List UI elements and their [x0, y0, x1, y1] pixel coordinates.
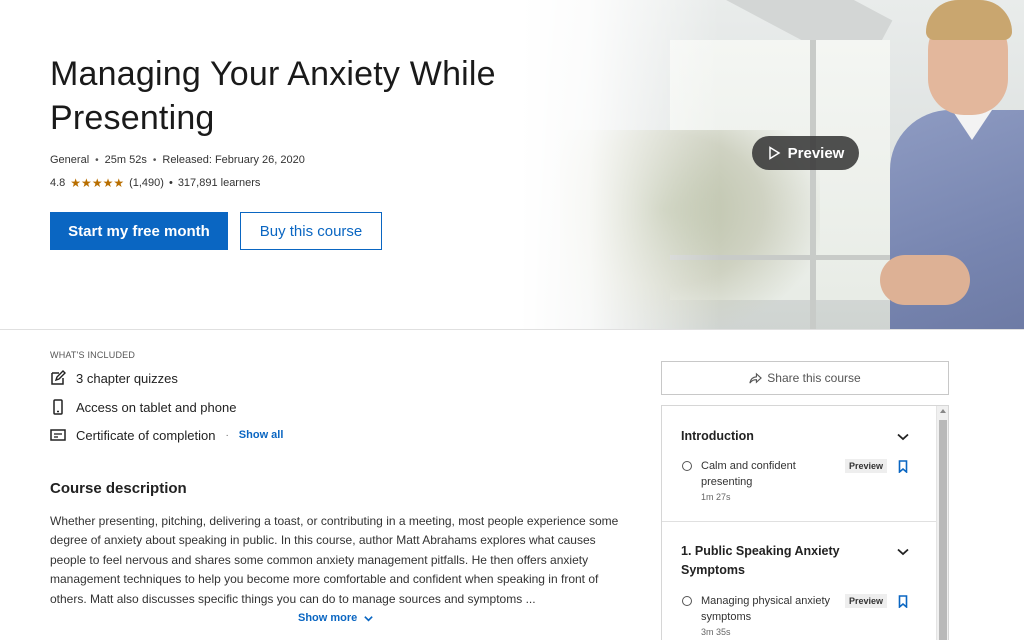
- course-meta: General • 25m 52s • Released: February 2…: [50, 154, 305, 166]
- scroll-up-arrow-icon[interactable]: [940, 409, 946, 413]
- course-title: Managing Your Anxiety While Presenting: [50, 55, 496, 137]
- chapter-divider: [662, 521, 936, 522]
- bookmark-icon[interactable]: [898, 460, 908, 473]
- star-rating-icon: ★★★★★: [70, 176, 125, 190]
- share-course-label: Share this course: [767, 371, 861, 385]
- edit-icon: [51, 370, 66, 385]
- lesson-status-radio: [682, 596, 692, 606]
- preview-button[interactable]: Preview: [752, 136, 859, 170]
- buy-course-button[interactable]: Buy this course: [240, 212, 382, 250]
- course-release-date: Released: February 26, 2020: [162, 154, 305, 166]
- certificate-icon: [50, 429, 66, 441]
- course-description-heading: Course description: [50, 480, 187, 497]
- included-item-label: 3 chapter quizzes: [76, 370, 178, 386]
- preview-button-label: Preview: [787, 144, 845, 162]
- whats-included-label: WHAT'S INCLUDED: [50, 350, 136, 360]
- show-more-button[interactable]: Show more: [298, 612, 374, 624]
- lesson-title[interactable]: Calm and confident presenting: [701, 458, 831, 490]
- rating-value: 4.8: [50, 177, 66, 189]
- course-description-text: Whether presenting, pitching, delivering…: [50, 514, 619, 606]
- course-rating: 4.8 ★★★★★ (1,490) • 317,891 learners: [50, 176, 260, 190]
- lesson-duration: 3m 35s: [701, 627, 731, 637]
- mobile-icon: [53, 399, 63, 415]
- share-course-button[interactable]: Share this course: [661, 361, 949, 395]
- course-level: General: [50, 154, 90, 166]
- course-hero: Preview Managing Your Anxiety While Pres…: [0, 0, 1024, 330]
- chapter-title: Introduction: [681, 429, 754, 443]
- preview-badge: Preview: [845, 594, 888, 608]
- bookmark-icon[interactable]: [898, 595, 908, 608]
- separator-dot: •: [168, 177, 173, 189]
- play-icon: [768, 146, 781, 160]
- included-item-mobile: Access on tablet and phone: [50, 399, 236, 415]
- chevron-down-icon[interactable]: [897, 433, 909, 441]
- course-duration: 25m 52s: [104, 154, 147, 166]
- start-free-month-button[interactable]: Start my free month: [50, 212, 228, 250]
- lesson-duration: 1m 27s: [701, 492, 731, 502]
- course-contents: Introduction Calm and confident presenti…: [661, 405, 949, 640]
- contents-scrollbar[interactable]: [936, 406, 948, 640]
- included-item-quizzes: 3 chapter quizzes: [50, 370, 178, 386]
- included-item-label: Access on tablet and phone: [76, 399, 237, 415]
- separator-dot: •: [95, 154, 99, 166]
- show-more-label: Show more: [298, 612, 358, 624]
- lesson-status-radio: [682, 461, 692, 471]
- chevron-down-icon[interactable]: [897, 548, 909, 556]
- chevron-down-icon: [364, 615, 374, 622]
- separator-dot: •: [152, 154, 157, 166]
- show-all-link[interactable]: Show all: [239, 429, 284, 441]
- scrollbar-thumb[interactable]: [939, 420, 947, 640]
- presenter-figure: [880, 0, 1024, 329]
- included-item-certificate: Certificate of completion · Show all: [50, 427, 283, 443]
- included-item-label: Certificate of completion: [76, 427, 216, 443]
- chapter-title: 1. Public Speaking Anxiety Symptoms: [681, 544, 840, 577]
- preview-badge: Preview: [845, 459, 888, 473]
- learner-count: 317,891 learners: [177, 177, 261, 189]
- share-icon: [749, 372, 763, 383]
- separator-dot: ·: [225, 429, 229, 441]
- rating-count[interactable]: (1,490): [129, 177, 164, 189]
- lesson-title[interactable]: Managing physical anxiety symptoms: [701, 593, 831, 625]
